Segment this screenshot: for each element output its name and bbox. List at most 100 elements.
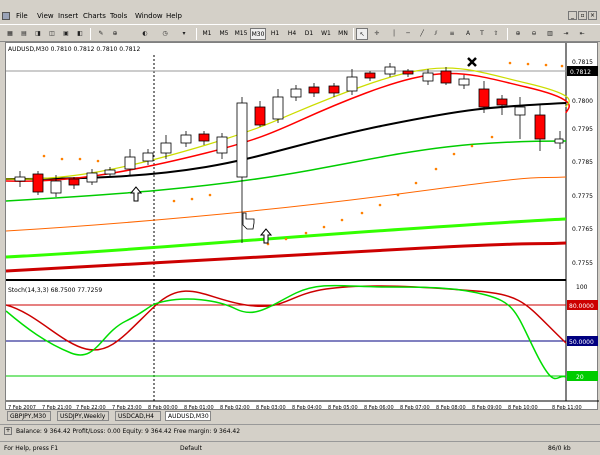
account-summary: Balance: 9 364.42 Profit/Loss: 0.00 Equi… xyxy=(16,428,241,435)
tab-gbpjpy[interactable]: GBPJPY,M30 xyxy=(7,411,51,421)
candle xyxy=(364,71,376,81)
price-label: 0.7815 xyxy=(572,59,593,66)
candle xyxy=(290,85,302,101)
crosshair-icon[interactable]: ✛ xyxy=(371,28,383,40)
help-text: For Help, press F1 xyxy=(4,445,59,452)
chart-type-icon[interactable]: ▾ xyxy=(178,28,190,40)
cursor-icon[interactable]: ↖ xyxy=(356,28,368,40)
menu-file[interactable]: File xyxy=(16,12,28,20)
arrows-icon[interactable]: ⇧ xyxy=(490,28,502,40)
candle xyxy=(458,75,470,89)
candle xyxy=(496,95,508,115)
close-order-x-icon xyxy=(467,57,477,67)
timeframe-w1[interactable]: W1 xyxy=(318,28,334,40)
menu-tools[interactable]: Tools xyxy=(110,12,127,20)
zoom-out-icon[interactable]: ⊖ xyxy=(528,28,540,40)
terminal-icon[interactable]: ▣ xyxy=(60,28,72,40)
tester-icon[interactable]: ◧ xyxy=(74,28,86,40)
tab-audusd[interactable]: AUDUSD,M30 xyxy=(165,411,211,421)
hand-cursor-icon xyxy=(242,212,255,230)
account-icon[interactable]: + xyxy=(4,427,12,435)
autoscroll-icon[interactable]: ⇥ xyxy=(560,28,572,40)
candle xyxy=(86,169,98,185)
new-chart-icon[interactable]: ▦ xyxy=(4,28,16,40)
chart-window[interactable]: AUDUSD,M30 0.7810 0.7812 0.7810 0.7812 S… xyxy=(5,42,599,411)
menu-charts[interactable]: Charts xyxy=(83,12,106,20)
timeframe-h4[interactable]: H4 xyxy=(284,28,300,40)
stoch-signal-line xyxy=(6,285,567,351)
candle xyxy=(14,171,26,187)
horizontal-line-icon[interactable]: ─ xyxy=(402,28,414,40)
zoom-in-icon[interactable]: ⊕ xyxy=(512,28,524,40)
ema-long-line xyxy=(6,140,567,202)
toolbar-separator xyxy=(90,28,91,40)
editor-icon[interactable]: ✎ xyxy=(95,28,107,40)
stoch-mid-label: 50.0000 xyxy=(569,339,594,346)
candle xyxy=(68,177,80,189)
profiles-icon[interactable]: ▤ xyxy=(18,28,30,40)
tab-usdjpy[interactable]: USDJPY,Weekly xyxy=(57,411,109,421)
stoch-top-label: 100 xyxy=(576,284,588,291)
menu-window[interactable]: Window xyxy=(135,12,163,20)
label-icon[interactable]: T xyxy=(476,28,488,40)
menu-view[interactable]: View xyxy=(37,12,54,20)
tile-windows-icon[interactable]: ▥ xyxy=(544,28,556,40)
toolbar-separator xyxy=(353,28,354,40)
market-watch-icon[interactable]: ◨ xyxy=(32,28,44,40)
timeframe-m15[interactable]: M15 xyxy=(233,28,249,40)
chart-header: AUDUSD,M30 0.7810 0.7812 0.7810 0.7812 xyxy=(8,46,140,53)
fibonacci-icon[interactable]: ≡ xyxy=(446,28,458,40)
candle xyxy=(32,171,44,195)
candle xyxy=(180,131,192,147)
stoch-upper-label: 80.0000 xyxy=(569,303,594,310)
channel-icon[interactable]: ⫽ xyxy=(430,28,442,40)
timeframe-mn[interactable]: MN xyxy=(335,28,351,40)
text-icon[interactable]: A xyxy=(462,28,474,40)
tab-usdcad[interactable]: USDCAD,H4 xyxy=(115,411,161,421)
price-label: 0.7795 xyxy=(572,126,593,133)
lower-band-red xyxy=(6,241,567,273)
menu-insert[interactable]: Insert xyxy=(58,12,78,20)
timeframe-m5[interactable]: M5 xyxy=(216,28,232,40)
timeframe-h1[interactable]: H1 xyxy=(267,28,283,40)
price-chart[interactable]: AUDUSD,M30 0.7810 0.7812 0.7810 0.7812 S… xyxy=(6,43,599,411)
menu-help[interactable]: Help xyxy=(166,12,182,20)
timeframe-d1[interactable]: D1 xyxy=(301,28,317,40)
candle xyxy=(254,101,266,127)
traffic-counter: 86/0 kb xyxy=(548,445,571,452)
timeframe-m1[interactable]: M1 xyxy=(199,28,215,40)
app-icon[interactable] xyxy=(2,12,10,20)
candle xyxy=(308,83,320,97)
trendline-icon[interactable]: ╱ xyxy=(416,28,428,40)
stoch-header: Stoch(14,3,3) 68.7500 77.7259 xyxy=(8,287,102,294)
price-label: 0.7785 xyxy=(572,159,593,166)
current-price-label: 0.7812 xyxy=(570,69,591,76)
expert-advisors-icon[interactable]: ◐ xyxy=(138,28,152,40)
candle xyxy=(514,97,526,139)
toolbar: ▦ ▤ ◨ ◫ ▣ ◧ ✎ ⊕ ◐ ◷ ▾ M1 M5 M15 M30 H1 H… xyxy=(0,24,600,42)
toolbar-separator xyxy=(507,28,508,40)
profile-name: Default xyxy=(180,445,202,452)
toolbar-separator xyxy=(196,28,197,40)
candle xyxy=(554,131,564,149)
chart-shift-icon[interactable]: ⇤ xyxy=(576,28,588,40)
price-label: 0.7800 xyxy=(572,98,593,105)
close-icon[interactable]: × xyxy=(588,11,597,20)
price-label: 0.7775 xyxy=(572,193,593,200)
candle xyxy=(142,149,154,165)
candle xyxy=(216,133,228,159)
minimize-icon[interactable]: _ xyxy=(568,11,577,20)
candle xyxy=(440,67,452,85)
candles xyxy=(14,63,564,243)
price-label: 0.7765 xyxy=(572,226,593,233)
restore-icon[interactable]: ▫ xyxy=(578,11,587,20)
new-order-icon[interactable]: ⊕ xyxy=(109,28,121,40)
navigator-icon[interactable]: ◫ xyxy=(46,28,58,40)
menu-bar: File View Insert Charts Tools Window Hel… xyxy=(0,10,600,23)
candle xyxy=(198,131,210,145)
vertical-line-icon[interactable]: │ xyxy=(388,28,400,40)
timeframe-m30[interactable]: M30 xyxy=(250,28,266,40)
candle xyxy=(402,69,414,77)
history-icon[interactable]: ◷ xyxy=(158,28,172,40)
stoch-lower-label: 20 xyxy=(576,374,584,381)
